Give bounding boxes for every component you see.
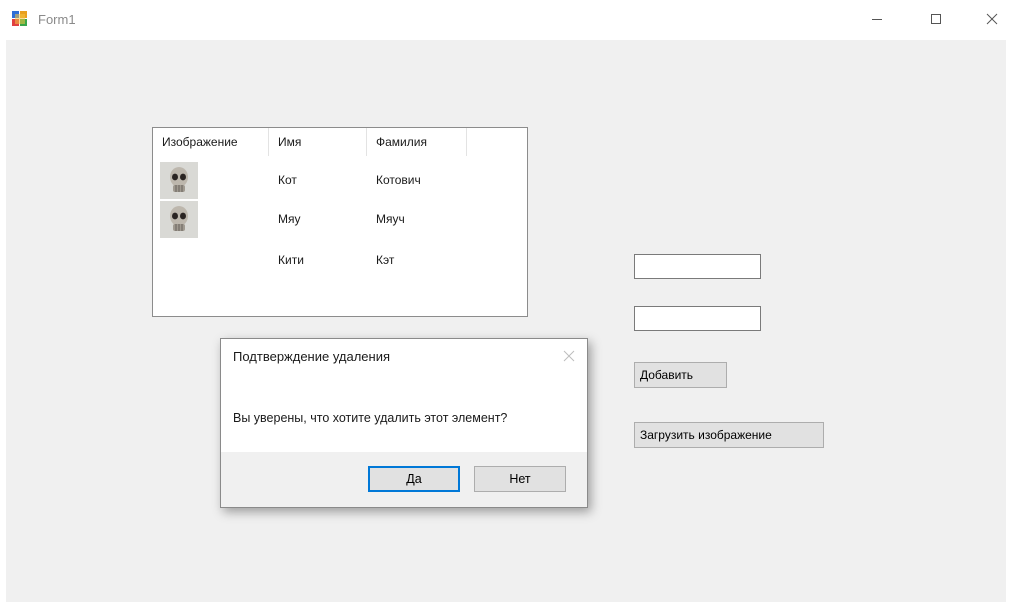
listview-header: Изображение Имя Фамилия [153,128,527,156]
table-row[interactable]: Кити Кэт [153,241,527,279]
form-client-area: Изображение Имя Фамилия Кот Котович Мяу … [6,40,1006,602]
table-row[interactable]: Кот Котович [153,161,527,199]
maximize-icon [930,13,942,28]
maximize-button[interactable] [914,0,958,40]
app-icon [12,11,28,27]
yes-button[interactable]: Да [368,466,460,492]
skull-image [160,201,198,238]
cell-first-name: Кот [278,173,297,187]
dialog-footer: Да Нет [221,452,587,507]
cell-last-name: Котович [376,173,421,187]
dialog-message: Вы уверены, что хотите удалить этот элем… [233,411,508,425]
confirm-delete-dialog: Подтверждение удаления Вы уверены, что х… [220,338,588,508]
no-button[interactable]: Нет [474,466,566,492]
close-icon [563,350,575,365]
column-header-first-name[interactable]: Имя [269,128,367,156]
window-title: Form1 [38,12,76,27]
table-row[interactable]: Мяу Мяуч [153,200,527,238]
dialog-title: Подтверждение удаления [233,349,391,364]
minimize-icon [871,13,883,28]
column-header-last-name[interactable]: Фамилия [367,128,467,156]
items-listview[interactable]: Изображение Имя Фамилия Кот Котович Мяу … [152,127,528,317]
minimize-button[interactable] [855,0,899,40]
last-name-input[interactable] [634,306,761,331]
close-icon [986,13,998,28]
column-header-image[interactable]: Изображение [153,128,269,156]
add-button[interactable]: Добавить [634,362,727,388]
title-bar[interactable]: Form1 [0,0,1011,40]
load-image-button[interactable]: Загрузить изображение [634,422,824,448]
dialog-close-button[interactable] [557,345,581,369]
close-button[interactable] [970,0,1011,40]
cell-last-name: Мяуч [376,212,405,226]
cell-first-name: Мяу [278,212,301,226]
cell-first-name: Кити [278,253,304,267]
cell-last-name: Кэт [376,253,395,267]
skull-image [160,162,198,199]
first-name-input[interactable] [634,254,761,279]
